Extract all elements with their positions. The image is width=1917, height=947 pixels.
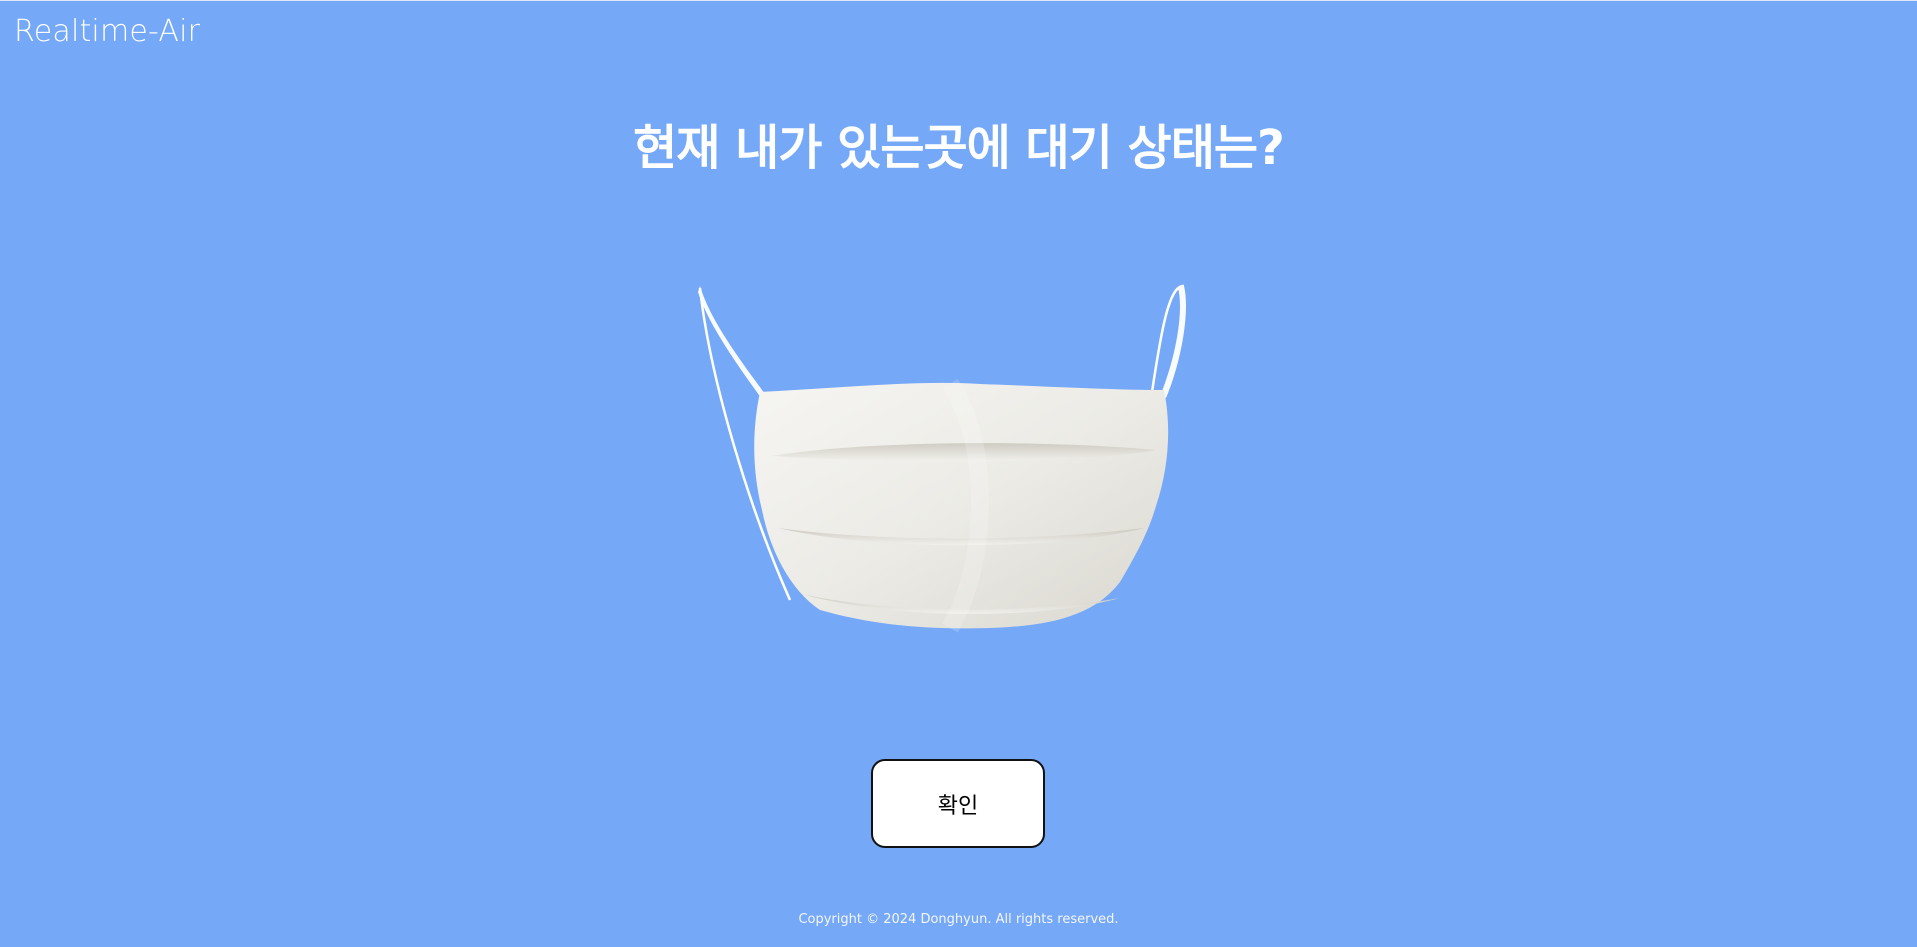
footer-copyright: Copyright © 2024 Donghyun. All rights re… (798, 912, 1119, 927)
confirm-button[interactable]: 확인 (871, 759, 1045, 848)
brand-logo[interactable]: Realtime-Air (14, 14, 200, 49)
page-title: 현재 내가 있는곳에 대기 상태는? (633, 120, 1285, 176)
face-mask-icon (690, 280, 1210, 680)
